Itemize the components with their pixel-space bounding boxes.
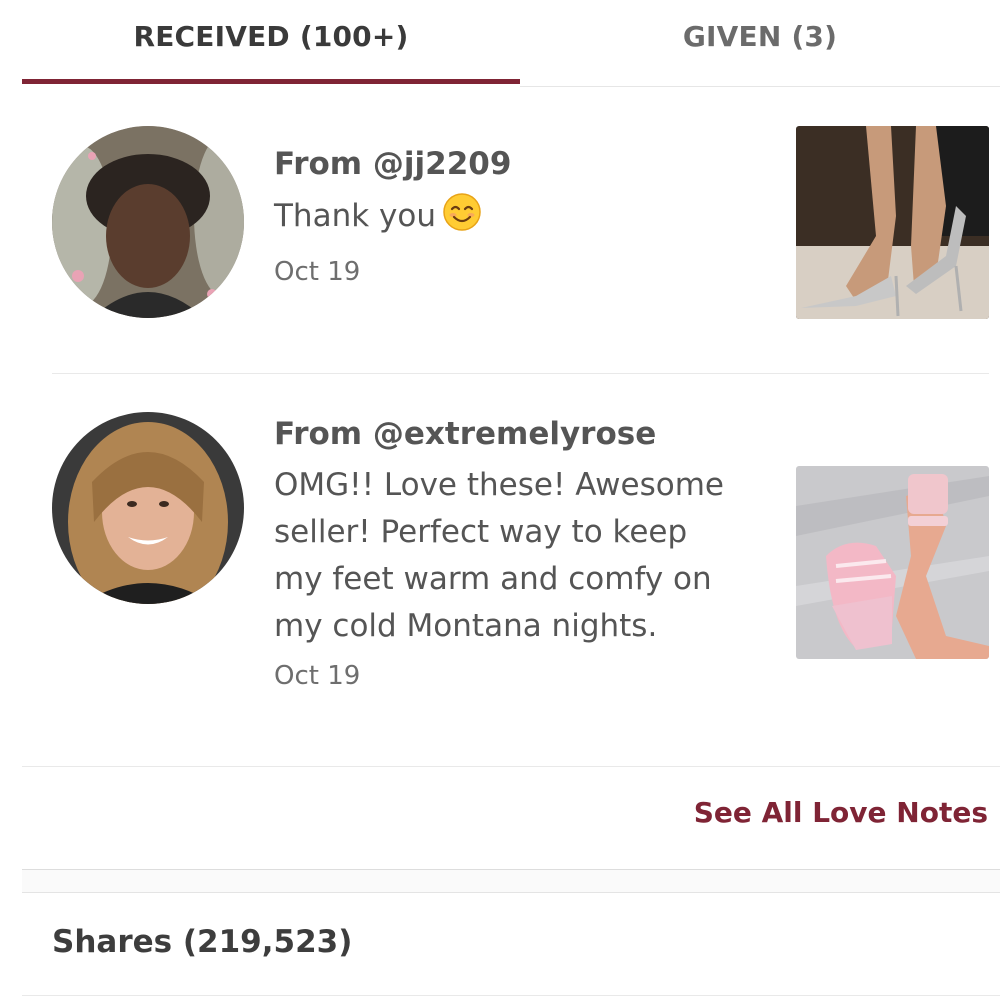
shares-divider [22, 995, 1000, 996]
love-notes-tabs: RECEIVED (100+) GIVEN (3) [22, 0, 1000, 87]
note-from[interactable]: From @extremelyrose [274, 414, 764, 454]
note-message-line: seller! Perfect way to keep [274, 514, 688, 550]
love-note-content: From @extremelyrose OMG!! Love these! Aw… [274, 414, 764, 696]
see-all-love-notes-link[interactable]: See All Love Notes [694, 796, 988, 829]
note-message: Thank you [274, 192, 764, 246]
avatar-photo [52, 126, 244, 318]
product-thumbnail[interactable] [796, 126, 989, 319]
section-separator [22, 869, 1000, 893]
shares-header[interactable]: Shares (219,523) [52, 924, 352, 960]
note-message-text: Thank you [274, 198, 436, 234]
note-date: Oct 19 [274, 661, 361, 691]
love-note-content: From @jj2209 Thank you Oct 19 [274, 144, 764, 292]
avatar[interactable] [52, 126, 244, 318]
tab-received-label: RECEIVED (100+) [133, 20, 409, 53]
avatar-photo [52, 412, 244, 604]
note-message-line: OMG!! Love these! Awesome [274, 467, 724, 503]
note-divider [52, 373, 989, 374]
product-thumbnail[interactable] [796, 466, 989, 659]
tab-given-label: GIVEN (3) [682, 20, 838, 53]
note-from[interactable]: From @jj2209 [274, 144, 764, 184]
avatar[interactable] [52, 412, 244, 604]
tab-given[interactable]: GIVEN (3) [520, 0, 1000, 87]
smiling-face-icon [442, 192, 482, 246]
note-message-line: my cold Montana nights. [274, 608, 658, 644]
product-photo [796, 126, 989, 319]
note-message: OMG!! Love these! Awesome seller! Perfec… [274, 462, 764, 650]
product-photo [796, 466, 989, 659]
note-divider [22, 766, 1000, 767]
note-date: Oct 19 [274, 257, 361, 287]
note-message-line: my feet warm and comfy on [274, 561, 712, 597]
tab-received[interactable]: RECEIVED (100+) [22, 0, 520, 84]
